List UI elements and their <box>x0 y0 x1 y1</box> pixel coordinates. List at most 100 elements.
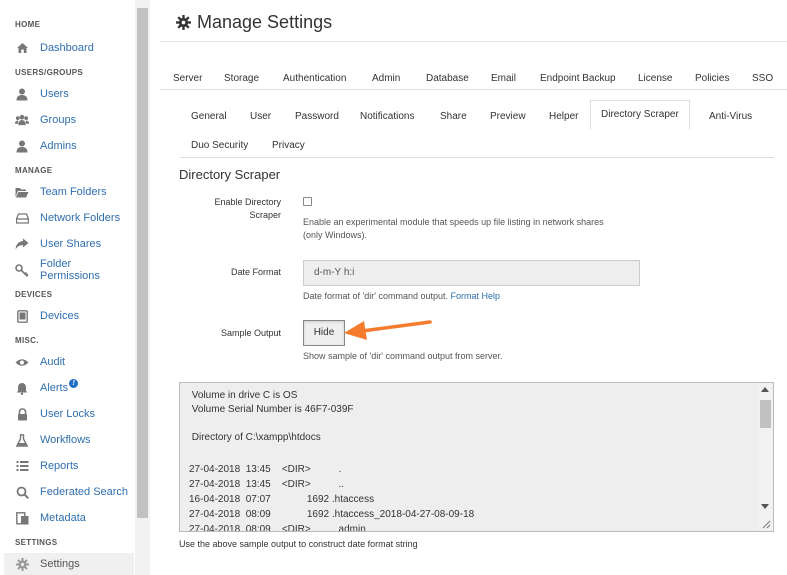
tablet-icon <box>15 309 29 323</box>
tab-privacy[interactable]: Privacy <box>272 140 305 151</box>
hide-button[interactable]: Hide <box>303 320 345 346</box>
hdd-icon <box>15 211 29 225</box>
tab-endpoint-backup[interactable]: Endpoint Backup <box>540 73 616 84</box>
home-icon <box>15 41 29 55</box>
tab-admin[interactable]: Admin <box>372 73 400 84</box>
sidebar-item-label: Workflows <box>40 434 91 446</box>
sidebar-item-label: Devices <box>40 310 80 322</box>
sidebar-item-audit[interactable]: Audit <box>15 351 133 373</box>
sidebar-item-label: Reports <box>40 460 79 472</box>
sidebar-item-label: Users <box>40 88 69 100</box>
tab-duo-security[interactable]: Duo Security <box>191 140 248 151</box>
enable-help-line1: Enable an experimental module that speed… <box>303 217 604 227</box>
page-title: Manage Settings <box>176 12 332 33</box>
sidebar-item-label: Federated Search <box>40 486 129 498</box>
sidebar-section-devices: DEVICES <box>15 290 53 299</box>
output-scrollbar-thumb[interactable] <box>760 400 771 428</box>
tab-server[interactable]: Server <box>173 73 202 84</box>
date-format-label: Date Format <box>230 267 281 277</box>
tab-helper[interactable]: Helper <box>549 111 578 122</box>
flask-icon <box>15 433 29 447</box>
sidebar-item-devices[interactable]: Devices <box>15 305 133 327</box>
sidebar-item-metadata[interactable]: Metadata <box>15 507 133 529</box>
tab-email[interactable]: Email <box>491 73 516 84</box>
tab-user[interactable]: User <box>250 111 271 122</box>
output-line: Directory of C:\xampp\htdocs <box>189 432 321 443</box>
sidebar-item-folder-permissions[interactable]: Folder Permissions <box>15 258 133 282</box>
sidebar-item-label: Team Folders <box>40 186 107 198</box>
output-line: 27-04-2018 08:09 <DIR> admin <box>189 524 366 532</box>
sidebar-item-label: User Locks <box>40 408 96 420</box>
output-line: Volume Serial Number is 46F7-039F <box>189 404 354 415</box>
user-icon <box>15 139 29 153</box>
sidebar-item-label: Audit <box>40 356 66 368</box>
format-help-link[interactable]: Format Help <box>451 291 501 301</box>
tab-database[interactable]: Database <box>426 73 469 84</box>
tab-password[interactable]: Password <box>295 111 339 122</box>
enable-directory-scraper-checkbox[interactable] <box>303 197 312 206</box>
sidebar-section-manage: MANAGE <box>15 166 53 175</box>
title-divider <box>160 41 787 42</box>
tab-directory-scraper[interactable]: Directory Scraper <box>590 100 690 130</box>
sidebar-scrollbar-thumb[interactable] <box>137 8 148 518</box>
tab-policies[interactable]: Policies <box>695 73 729 84</box>
sidebar-item-team-folders[interactable]: Team Folders <box>15 181 133 203</box>
sidebar-item-label: Dashboard <box>40 42 94 54</box>
sidebar-item-label: Folder Permissions <box>40 258 100 282</box>
sidebar-item-label: Settings <box>40 558 80 570</box>
sidebar-item-users[interactable]: Users <box>15 83 133 105</box>
gear-icon <box>176 15 191 30</box>
secondary-tabs: General User Password Notifications Shar… <box>180 100 774 158</box>
key-icon <box>15 263 29 277</box>
bell-icon <box>15 381 29 395</box>
sidebar-item-user-locks[interactable]: User Locks <box>15 403 133 425</box>
list-icon <box>15 459 29 473</box>
tab-preview[interactable]: Preview <box>490 111 526 122</box>
sidebar-item-alerts[interactable]: Alerts ! <box>15 377 133 399</box>
sidebar-item-label: Metadata <box>40 512 86 524</box>
sidebar-item-reports[interactable]: Reports <box>15 455 133 477</box>
enable-label-line2: Scraper <box>249 210 281 220</box>
page-title-text: Manage Settings <box>197 12 333 32</box>
output-line: Volume in drive C is OS <box>189 390 298 401</box>
sample-output-label: Sample Output <box>220 328 281 338</box>
sidebar-item-admins[interactable]: Admins <box>15 135 133 157</box>
enable-help: Enable an experimental module that speed… <box>303 216 604 242</box>
output-line: 27-04-2018 13:45 <DIR> . <box>189 464 342 475</box>
sidebar-item-network-folders[interactable]: Network Folders <box>15 207 133 229</box>
enable-label-line1: Enable Directory <box>214 197 281 207</box>
sidebar-item-federated-search[interactable]: Federated Search <box>15 481 133 503</box>
scroll-up-icon[interactable] <box>761 387 769 392</box>
tab-anti-virus[interactable]: Anti-Virus <box>709 111 752 122</box>
sidebar-item-label: Alerts <box>40 382 69 394</box>
tab-license[interactable]: License <box>638 73 672 84</box>
sidebar-item-user-shares[interactable]: User Shares <box>15 233 133 255</box>
lock-icon <box>15 407 29 421</box>
sidebar-item-dashboard[interactable]: Dashboard <box>15 37 133 59</box>
sample-output-textarea[interactable]: Volume in drive C is OS Volume Serial Nu… <box>179 382 774 532</box>
tab-sso[interactable]: SSO <box>752 73 773 84</box>
primary-tabs: Server Storage Authentication Admin Data… <box>160 70 787 90</box>
sidebar-item-label: Network Folders <box>40 212 121 224</box>
scroll-down-icon[interactable] <box>761 504 769 509</box>
tab-notifications[interactable]: Notifications <box>360 111 414 122</box>
resize-handle-icon[interactable] <box>761 519 771 529</box>
annotation-arrow-icon <box>344 320 432 340</box>
sample-output-help: Show sample of 'dir' command output from… <box>303 351 503 361</box>
folder-open-icon <box>15 185 29 199</box>
tab-share[interactable]: Share <box>440 111 467 122</box>
sidebar-section-settings: SETTINGS <box>15 538 58 547</box>
sidebar-item-label: Admins <box>40 140 77 152</box>
user-icon <box>15 87 29 101</box>
output-line: 16-04-2018 07:07 1692 .htaccess <box>189 494 375 505</box>
sidebar-item-settings[interactable]: Settings <box>4 553 134 575</box>
tab-general[interactable]: General <box>191 111 227 122</box>
output-line: 27-04-2018 13:45 <DIR> .. <box>189 479 345 490</box>
date-format-input[interactable]: d-m-Y h:i <box>303 260 640 286</box>
sidebar-item-groups[interactable]: Groups <box>15 109 133 131</box>
sidebar-item-workflows[interactable]: Workflows <box>15 429 133 451</box>
date-format-help: Date format of 'dir' command output. For… <box>303 290 500 303</box>
tab-authentication[interactable]: Authentication <box>283 73 346 84</box>
document-icon <box>15 511 29 525</box>
tab-storage[interactable]: Storage <box>224 73 259 84</box>
